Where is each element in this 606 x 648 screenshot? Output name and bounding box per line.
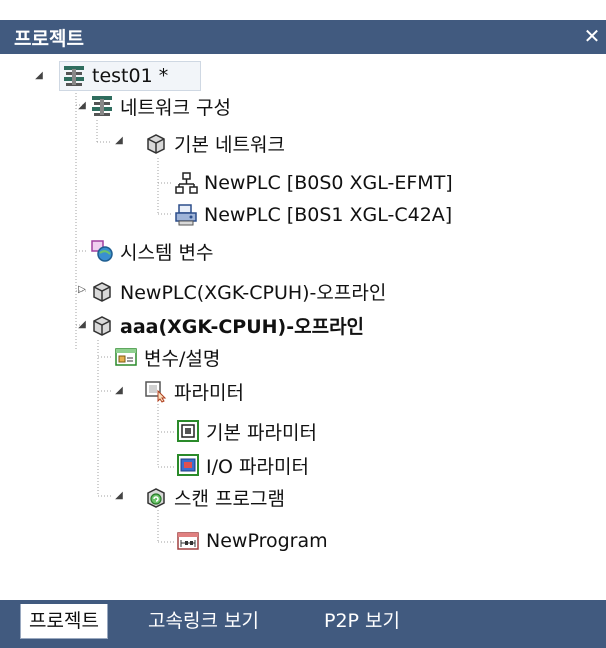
tab-high-speed-link[interactable]: 고속링크 보기 bbox=[140, 604, 267, 638]
program-icon bbox=[177, 532, 199, 550]
tree-node-label: NewPLC [B0S1 XGL-C42A] bbox=[204, 204, 453, 226]
tree-node-basic-parameter[interactable]: 기본 파라미터 bbox=[176, 416, 317, 446]
tree-node-label: 네트워크 구성 bbox=[120, 96, 231, 119]
collapsed-arrow-icon[interactable]: ▷ bbox=[77, 285, 87, 295]
tree-node-label: 시스템 변수 bbox=[120, 241, 214, 264]
tab-project[interactable]: 프로젝트 bbox=[20, 604, 108, 639]
cube-icon bbox=[147, 134, 165, 154]
tree-node-plc-offline[interactable]: NewPLC(XGK-CPUH)-오프라인 bbox=[90, 276, 386, 306]
panel-title: 프로젝트 bbox=[14, 28, 84, 50]
tree-node-variable-description[interactable]: 변수/설명 bbox=[114, 342, 220, 372]
tree-node-label: 파라미터 bbox=[174, 381, 244, 404]
tree-node-plc-b0s0[interactable]: NewPLC [B0S0 XGL-EFMT] bbox=[174, 168, 453, 198]
tree-node-aaa-offline[interactable]: aaa(XGK-CPUH)-오프라인 bbox=[90, 310, 364, 340]
tree-node-new-program[interactable]: NewProgram bbox=[176, 526, 328, 556]
tree-node-scan-program[interactable]: 스캔 프로그램 bbox=[144, 482, 285, 512]
tree-node-system-variables[interactable]: 시스템 변수 bbox=[90, 236, 213, 266]
expanded-arrow-icon[interactable]: ◢ bbox=[114, 491, 124, 501]
tree-node-parameter[interactable]: 파라미터 bbox=[144, 376, 244, 406]
header-bar bbox=[0, 20, 606, 54]
close-button[interactable]: ✕ bbox=[582, 22, 602, 50]
network-module-icon bbox=[175, 172, 198, 194]
expanded-arrow-icon[interactable]: ◢ bbox=[34, 71, 44, 81]
tree-node-basic-network[interactable]: 기본 네트워크 bbox=[144, 128, 285, 158]
variable-icon bbox=[115, 348, 137, 366]
expanded-arrow-icon[interactable]: ◢ bbox=[114, 136, 124, 146]
network-config-icon bbox=[92, 96, 112, 116]
expanded-arrow-icon[interactable]: ◢ bbox=[77, 101, 87, 111]
tab-p2p[interactable]: P2P 보기 bbox=[316, 604, 408, 638]
tree-node-label: aaa(XGK-CPUH)-오프라인 bbox=[120, 315, 365, 338]
project-tree: ◢ test01 * ◢ 네트워크 구성 ◢ 기본 네트워크 NewPLC [B… bbox=[0, 54, 606, 600]
expanded-arrow-icon[interactable]: ◢ bbox=[114, 386, 124, 396]
tree-node-label: 스캔 프로그램 bbox=[174, 487, 285, 510]
expanded-arrow-icon[interactable]: ◢ bbox=[77, 320, 87, 330]
tree-node-label: 기본 파라미터 bbox=[206, 421, 317, 444]
tree-node-label: I/O 파라미터 bbox=[206, 455, 309, 478]
tree-node-label: test01 * bbox=[92, 65, 169, 87]
panel-header: 프로젝트 ✕ bbox=[0, 0, 606, 54]
parameter-icon bbox=[145, 381, 167, 403]
project-icon bbox=[64, 66, 84, 86]
io-parameter-icon bbox=[177, 454, 199, 476]
system-variable-icon bbox=[91, 240, 113, 262]
tree-node-label: 기본 네트워크 bbox=[174, 133, 285, 156]
tree-node-network-config[interactable]: 네트워크 구성 bbox=[90, 91, 231, 121]
tree-node-label: 변수/설명 bbox=[144, 347, 221, 370]
tree-node-label: NewPLC(XGK-CPUH)-오프라인 bbox=[120, 281, 387, 304]
tree-node-io-parameter[interactable]: I/O 파라미터 bbox=[176, 450, 309, 480]
cube-icon bbox=[93, 316, 111, 336]
tree-node-label: NewProgram bbox=[206, 530, 328, 552]
tree-node-plc-b0s1[interactable]: NewPLC [B0S1 XGL-C42A] bbox=[174, 200, 452, 230]
cube-icon bbox=[93, 282, 111, 302]
bottom-tab-bar: 프로젝트 고속링크 보기 P2P 보기 bbox=[0, 600, 606, 648]
comm-module-icon bbox=[175, 204, 197, 226]
tree-node-label: NewPLC [B0S0 XGL-EFMT] bbox=[204, 172, 453, 194]
tree-node-project-root[interactable]: test01 * bbox=[62, 61, 168, 91]
scan-program-icon bbox=[147, 488, 165, 508]
basic-parameter-icon bbox=[177, 420, 199, 442]
